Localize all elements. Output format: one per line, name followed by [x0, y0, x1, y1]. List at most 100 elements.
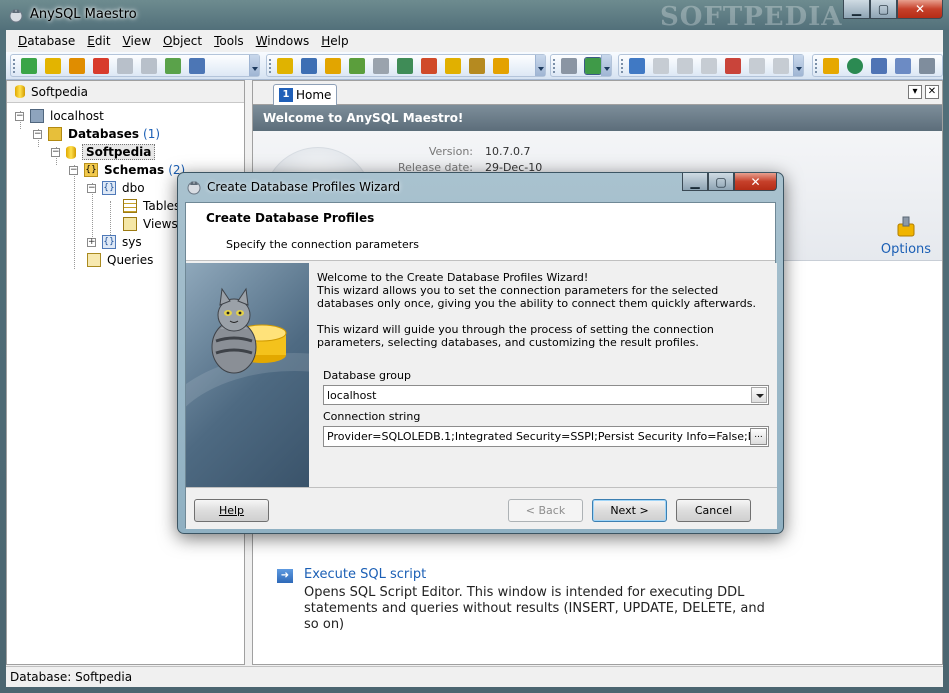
bar-chart-icon[interactable] — [421, 57, 437, 74]
mail-icon[interactable] — [895, 57, 911, 74]
tile-horizontal-icon[interactable] — [677, 57, 693, 74]
tab-list-dropdown[interactable]: ▾ — [908, 85, 922, 99]
edit-database-icon[interactable] — [69, 57, 85, 74]
dialog-maximize-button[interactable]: ▢ — [708, 173, 734, 191]
minimize-button[interactable]: ▁ — [843, 0, 870, 19]
wizard-side-illustration — [186, 263, 309, 487]
menu-view[interactable]: View — [117, 34, 157, 48]
connection-string-value: Provider=SQLOLEDB.1;Integrated Security=… — [327, 430, 769, 443]
toolbar-dropdown-icon[interactable] — [793, 55, 803, 76]
report-icon[interactable] — [469, 57, 485, 74]
tree-node-sys[interactable]: + {} sys — [87, 233, 142, 251]
collapse-icon[interactable]: − — [87, 183, 96, 193]
menu-database[interactable]: Database — [12, 34, 81, 48]
maximize-icon: ▢ — [877, 2, 890, 16]
execute-sql-link[interactable]: Execute SQL script — [304, 567, 426, 582]
collapse-icon[interactable]: − — [69, 165, 78, 175]
image-icon[interactable] — [397, 57, 413, 74]
dialog-minimize-button[interactable]: ▁ — [682, 173, 708, 191]
main-toolbar — [6, 52, 943, 80]
tree-node-queries[interactable]: Queries — [87, 251, 153, 269]
collapse-icon[interactable]: − — [15, 111, 24, 121]
tree-node-schemas[interactable]: − {} Schemas (2) — [69, 161, 185, 179]
query-icon — [87, 253, 101, 267]
tree-node-tables[interactable]: Tables — [123, 197, 180, 215]
remove-database-icon[interactable] — [93, 57, 109, 74]
dialog-titlebar[interactable]: Create Database Profiles Wizard — [186, 179, 400, 195]
chevron-down-icon[interactable] — [751, 387, 767, 403]
menu-edit[interactable]: Edit — [81, 34, 116, 48]
tree-node-dbo[interactable]: − {} dbo — [87, 179, 145, 197]
execute-script-icon[interactable] — [325, 57, 341, 74]
tree-label-softpedia: Softpedia — [82, 144, 156, 160]
filter-icon[interactable] — [561, 57, 577, 74]
previous-window-icon[interactable] — [749, 57, 765, 74]
next-window-icon[interactable] — [773, 57, 789, 74]
new-window-icon[interactable] — [629, 57, 645, 74]
wizard-step-subtitle: Specify the connection parameters — [226, 238, 419, 251]
back-button[interactable]: < Back — [508, 499, 583, 522]
tree-label-databases: Databases — [68, 127, 140, 141]
home-icon[interactable] — [823, 57, 839, 74]
toolbar-dropdown-icon[interactable] — [249, 55, 259, 76]
menu-tools[interactable]: Tools — [208, 34, 250, 48]
tree-node-views[interactable]: Views — [123, 215, 178, 233]
about-icon[interactable] — [919, 57, 935, 74]
create-profiles-wizard-dialog: Create Database Profiles Wizard ▁ ▢ ✕ Cr… — [177, 172, 784, 534]
chart-icon[interactable] — [301, 57, 317, 74]
wizard-content: Welcome to the Create Database Profiles … — [309, 263, 777, 487]
tree-node-localhost[interactable]: − localhost — [15, 107, 104, 125]
database-icon — [15, 85, 25, 98]
status-text: Database: Softpedia — [10, 670, 133, 684]
options-icon — [897, 216, 915, 237]
cancel-button[interactable]: Cancel — [676, 499, 751, 522]
dialog-close-button[interactable]: ✕ — [734, 173, 777, 191]
main-titlebar[interactable]: AnySQL Maestro SOFTPEDIA ▁ ▢ ✕ — [0, 0, 949, 32]
connection-string-input[interactable]: Provider=SQLOLEDB.1;Integrated Security=… — [323, 426, 769, 447]
tile-vertical-icon[interactable] — [701, 57, 717, 74]
web-icon[interactable] — [847, 57, 863, 74]
close-window-icon[interactable] — [725, 57, 741, 74]
new-database-icon[interactable] — [45, 57, 61, 74]
collapse-icon[interactable]: − — [33, 129, 42, 139]
database-group-label: Database group — [323, 369, 411, 382]
tree-label-sys: sys — [122, 235, 142, 249]
refresh-icon[interactable] — [21, 57, 37, 74]
hand-icon[interactable] — [493, 57, 509, 74]
menu-object[interactable]: Object — [157, 34, 208, 48]
grid-icon[interactable] — [189, 57, 205, 74]
help-button[interactable]: Help — [194, 499, 269, 522]
maximize-button[interactable]: ▢ — [870, 0, 897, 19]
options-link[interactable]: Options — [876, 215, 936, 257]
tree-node-databases[interactable]: − Databases (1) — [33, 125, 160, 143]
execute-icon[interactable]: ➜ — [277, 569, 293, 583]
wizard-header: Create Database Profiles Specify the con… — [186, 203, 775, 261]
cascade-icon[interactable] — [653, 57, 669, 74]
expand-icon[interactable]: + — [87, 237, 96, 247]
plug-icon[interactable] — [165, 57, 181, 74]
wizard-intro: Welcome to the Create Database Profiles … — [317, 271, 772, 349]
users-icon[interactable] — [871, 57, 887, 74]
sort-az-icon[interactable] — [584, 56, 602, 75]
collapse-icon[interactable]: − — [51, 147, 60, 157]
connect-icon[interactable] — [117, 57, 133, 74]
tab-home[interactable]: 1 Home — [273, 84, 338, 105]
package-icon[interactable] — [445, 57, 461, 74]
database-group-select[interactable]: localhost — [323, 385, 769, 405]
toolbar-dropdown-icon[interactable] — [601, 55, 611, 76]
server-icon — [30, 109, 44, 123]
tree-node-softpedia[interactable]: − Softpedia — [51, 143, 156, 161]
sql-editor-icon[interactable] — [277, 57, 293, 74]
close-button[interactable]: ✕ — [897, 0, 943, 19]
disconnect-icon[interactable] — [141, 57, 157, 74]
script-icon[interactable] — [349, 57, 365, 74]
menu-help[interactable]: Help — [315, 34, 354, 48]
tab-close-button[interactable]: ✕ — [925, 85, 939, 99]
next-button-label: Next > — [610, 504, 649, 517]
browse-connection-button[interactable]: ... — [750, 428, 767, 445]
print-icon[interactable] — [373, 57, 389, 74]
wizard-icon — [187, 181, 201, 195]
menu-windows[interactable]: Windows — [250, 34, 316, 48]
next-button[interactable]: Next > — [592, 499, 667, 522]
toolbar-dropdown-icon[interactable] — [535, 55, 545, 76]
